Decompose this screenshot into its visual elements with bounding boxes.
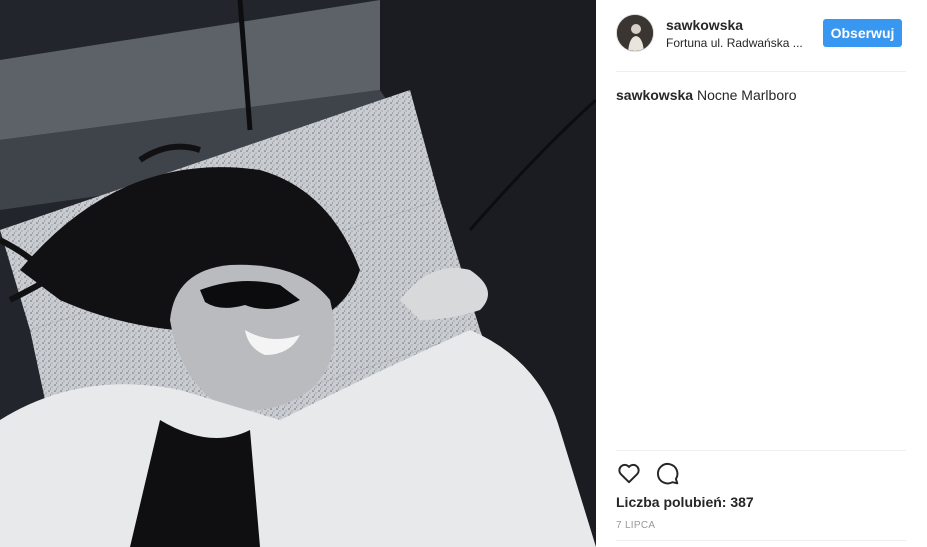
post-actions — [616, 460, 716, 488]
post-date[interactable]: 7 LIPCA — [616, 520, 655, 531]
header-username-link[interactable]: sawkowska — [666, 17, 743, 33]
post-photo[interactable] — [0, 0, 596, 547]
avatar-image — [617, 15, 653, 51]
actions-divider — [616, 450, 906, 451]
location-link[interactable]: Fortuna ul. Radwańska ... — [666, 36, 806, 50]
likes-count[interactable]: Liczba polubień: 387 — [616, 494, 754, 510]
post-header: sawkowska Fortuna ul. Radwańska ... Obse… — [616, 14, 906, 58]
post-details-panel: sawkowska Fortuna ul. Radwańska ... Obse… — [596, 0, 927, 547]
follow-button[interactable]: Obserwuj — [823, 19, 902, 47]
header-divider — [616, 71, 906, 72]
comment-bubble-icon[interactable] — [654, 460, 682, 488]
post-caption: sawkowska Nocne Marlboro — [616, 86, 797, 104]
bottom-divider — [616, 540, 906, 541]
instagram-post: sawkowska Fortuna ul. Radwańska ... Obse… — [0, 0, 927, 547]
post-photo-image — [0, 0, 596, 547]
caption-text: Nocne Marlboro — [696, 87, 797, 103]
heart-outline-icon[interactable] — [616, 460, 644, 488]
avatar[interactable] — [616, 14, 654, 52]
caption-username-link[interactable]: sawkowska — [616, 87, 693, 103]
